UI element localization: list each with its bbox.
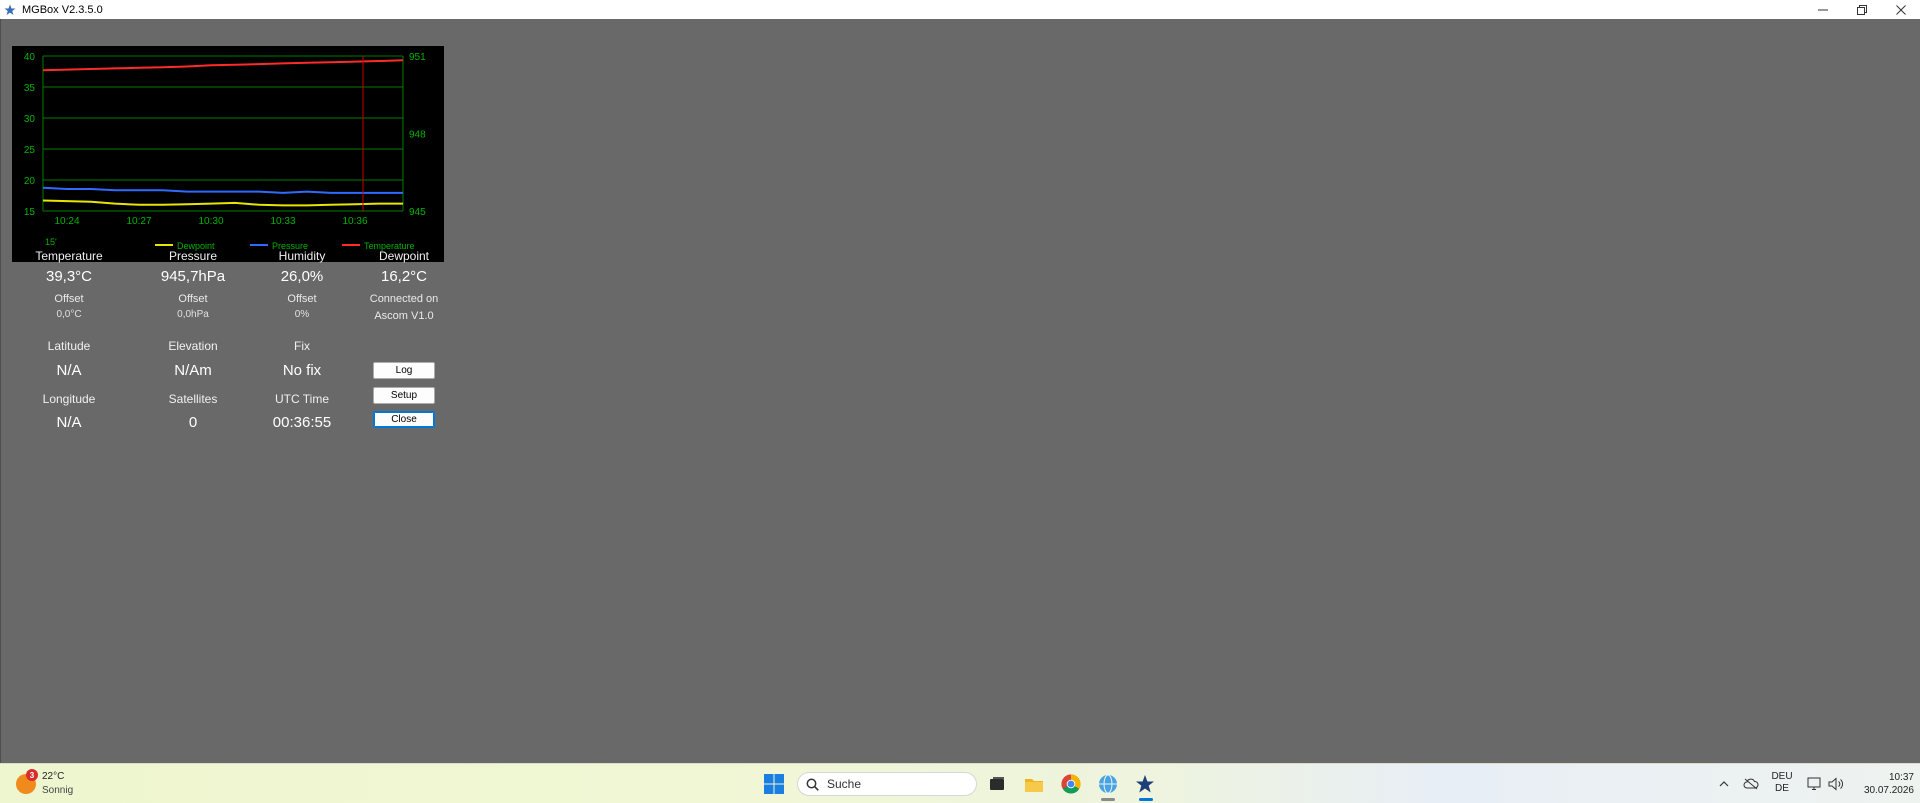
utc-time-value: 00:36:55 xyxy=(272,414,332,431)
globe-app-running-indicator xyxy=(1101,798,1115,801)
connection-label: Connected on xyxy=(369,293,439,305)
satellites-label: Satellites xyxy=(168,392,218,406)
volume-icon[interactable] xyxy=(1827,776,1845,792)
y-left-tick-label: 40 xyxy=(24,52,36,63)
series-line-dewpoint xyxy=(42,199,403,207)
setup-button[interactable]: Setup xyxy=(373,387,435,404)
time-window-label: 15' xyxy=(45,237,57,247)
windows-logo-icon xyxy=(764,774,784,794)
restore-icon xyxy=(1856,4,1867,15)
latitude-label: Latitude xyxy=(47,339,91,353)
temperature-offset-value: 0,0°C xyxy=(56,309,82,320)
weather-temperature[interactable]: 22°C xyxy=(42,771,64,782)
show-hidden-icons-chevron-icon[interactable] xyxy=(1716,776,1732,792)
chrome-button[interactable] xyxy=(1060,773,1082,795)
app-client-area: 15 20 25 30 35 40 945 948 951 10:24 10:27 10:30 10:3… xyxy=(0,19,1920,763)
humidity-offset-label: Offset xyxy=(287,293,317,305)
temperature-offset-label: Offset xyxy=(54,293,84,305)
pressure-offset-value: 0,0hPa xyxy=(177,309,209,320)
mgbox-taskbar-button[interactable] xyxy=(1134,773,1156,795)
close-window-button[interactable] xyxy=(1881,0,1920,19)
file-explorer-button[interactable] xyxy=(1023,773,1045,795)
humidity-value: 26,0% xyxy=(280,268,324,285)
lang-line-2: DE xyxy=(1775,783,1789,794)
x-tick-label: 10:33 xyxy=(270,216,295,227)
weather-chart: 15 20 25 30 35 40 945 948 951 10:24 10:27 10:30 10:3… xyxy=(12,46,444,262)
fix-label: Fix xyxy=(294,339,310,353)
y-left-tick-label: 35 xyxy=(24,83,36,94)
elevation-label: Elevation xyxy=(168,339,218,353)
x-tick-label: 10:27 xyxy=(126,216,151,227)
y-right-tick-label: 948 xyxy=(409,130,426,141)
x-tick-label: 10:30 xyxy=(198,216,223,227)
longitude-label: Longitude xyxy=(42,392,96,406)
close-button[interactable]: Close xyxy=(373,411,435,428)
pressure-label: Pressure xyxy=(168,249,218,263)
weather-alert-badge: 3 xyxy=(26,769,38,781)
series-line-pressure xyxy=(42,186,403,194)
search-placeholder: Suche xyxy=(827,777,862,791)
taskbar-clock[interactable]: 10:37 30.07.2026 xyxy=(1848,771,1914,797)
search-icon xyxy=(806,778,819,791)
window-title: MGBox V2.3.5.0 xyxy=(22,3,103,16)
chart-svg: 15 20 25 30 35 40 945 948 951 10:24 10:27 10:30 10:3… xyxy=(24,52,426,251)
pressure-value: 945,7hPa xyxy=(160,268,226,285)
dewpoint-value: 16,2°C xyxy=(380,268,428,285)
network-icon[interactable] xyxy=(1806,776,1824,792)
minimize-button[interactable] xyxy=(1803,0,1842,19)
y-right-tick-label: 951 xyxy=(409,52,426,63)
star-app-icon xyxy=(1136,775,1154,793)
taskbar-search-box[interactable]: Suche xyxy=(797,772,977,796)
dewpoint-label: Dewpoint xyxy=(378,249,430,263)
app-star-icon xyxy=(3,3,17,17)
close-icon xyxy=(1895,4,1906,15)
temperature-label: Temperature xyxy=(35,249,103,263)
latitude-value: N/A xyxy=(56,362,82,379)
log-button[interactable]: Log xyxy=(373,362,435,379)
y-left-tick-label: 15 xyxy=(24,207,36,218)
y-right-tick-label: 945 xyxy=(409,207,426,218)
input-language-indicator[interactable]: DEU DE xyxy=(1768,771,1796,795)
onedrive-paused-icon[interactable] xyxy=(1742,776,1760,792)
globe-icon xyxy=(1099,774,1117,794)
chrome-icon xyxy=(1061,774,1081,794)
title-bar: MGBox V2.3.5.0 xyxy=(0,0,1920,19)
start-button[interactable] xyxy=(762,772,786,796)
task-view-icon xyxy=(990,777,1004,790)
mgbox-active-indicator xyxy=(1139,798,1153,801)
elevation-value: N/Am xyxy=(174,362,212,379)
x-tick-label: 10:24 xyxy=(54,216,79,227)
lang-line-1: DEU xyxy=(1771,771,1793,782)
y-left-tick-label: 25 xyxy=(24,145,36,156)
y-left-tick-label: 20 xyxy=(24,176,36,187)
folder-icon xyxy=(1025,778,1043,792)
taskbar: 3 22°C Sonnig Suche DEU DE 10:37 30.07.2… xyxy=(0,763,1920,803)
fix-value: No fix xyxy=(282,362,322,379)
utc-time-label: UTC Time xyxy=(275,392,329,406)
globe-app-button[interactable] xyxy=(1097,773,1119,795)
clock-time: 10:37 xyxy=(1888,772,1914,783)
humidity-offset-value: 0% xyxy=(294,309,310,320)
x-tick-label: 10:36 xyxy=(342,216,367,227)
humidity-label: Humidity xyxy=(278,249,326,263)
task-view-button[interactable] xyxy=(986,773,1008,795)
minimize-icon xyxy=(1817,9,1828,10)
y-left-tick-label: 30 xyxy=(24,114,36,125)
weather-description[interactable]: Sonnig xyxy=(42,785,73,796)
longitude-value: N/A xyxy=(56,414,82,431)
satellites-value: 0 xyxy=(188,414,198,431)
pressure-offset-label: Offset xyxy=(178,293,208,305)
clock-date: 30.07.2026 xyxy=(1863,785,1914,796)
temperature-value: 39,3°C xyxy=(45,268,93,285)
restore-button[interactable] xyxy=(1842,0,1881,19)
series-line-temperature xyxy=(42,59,404,72)
connection-driver: Ascom V1.0 xyxy=(374,310,434,322)
